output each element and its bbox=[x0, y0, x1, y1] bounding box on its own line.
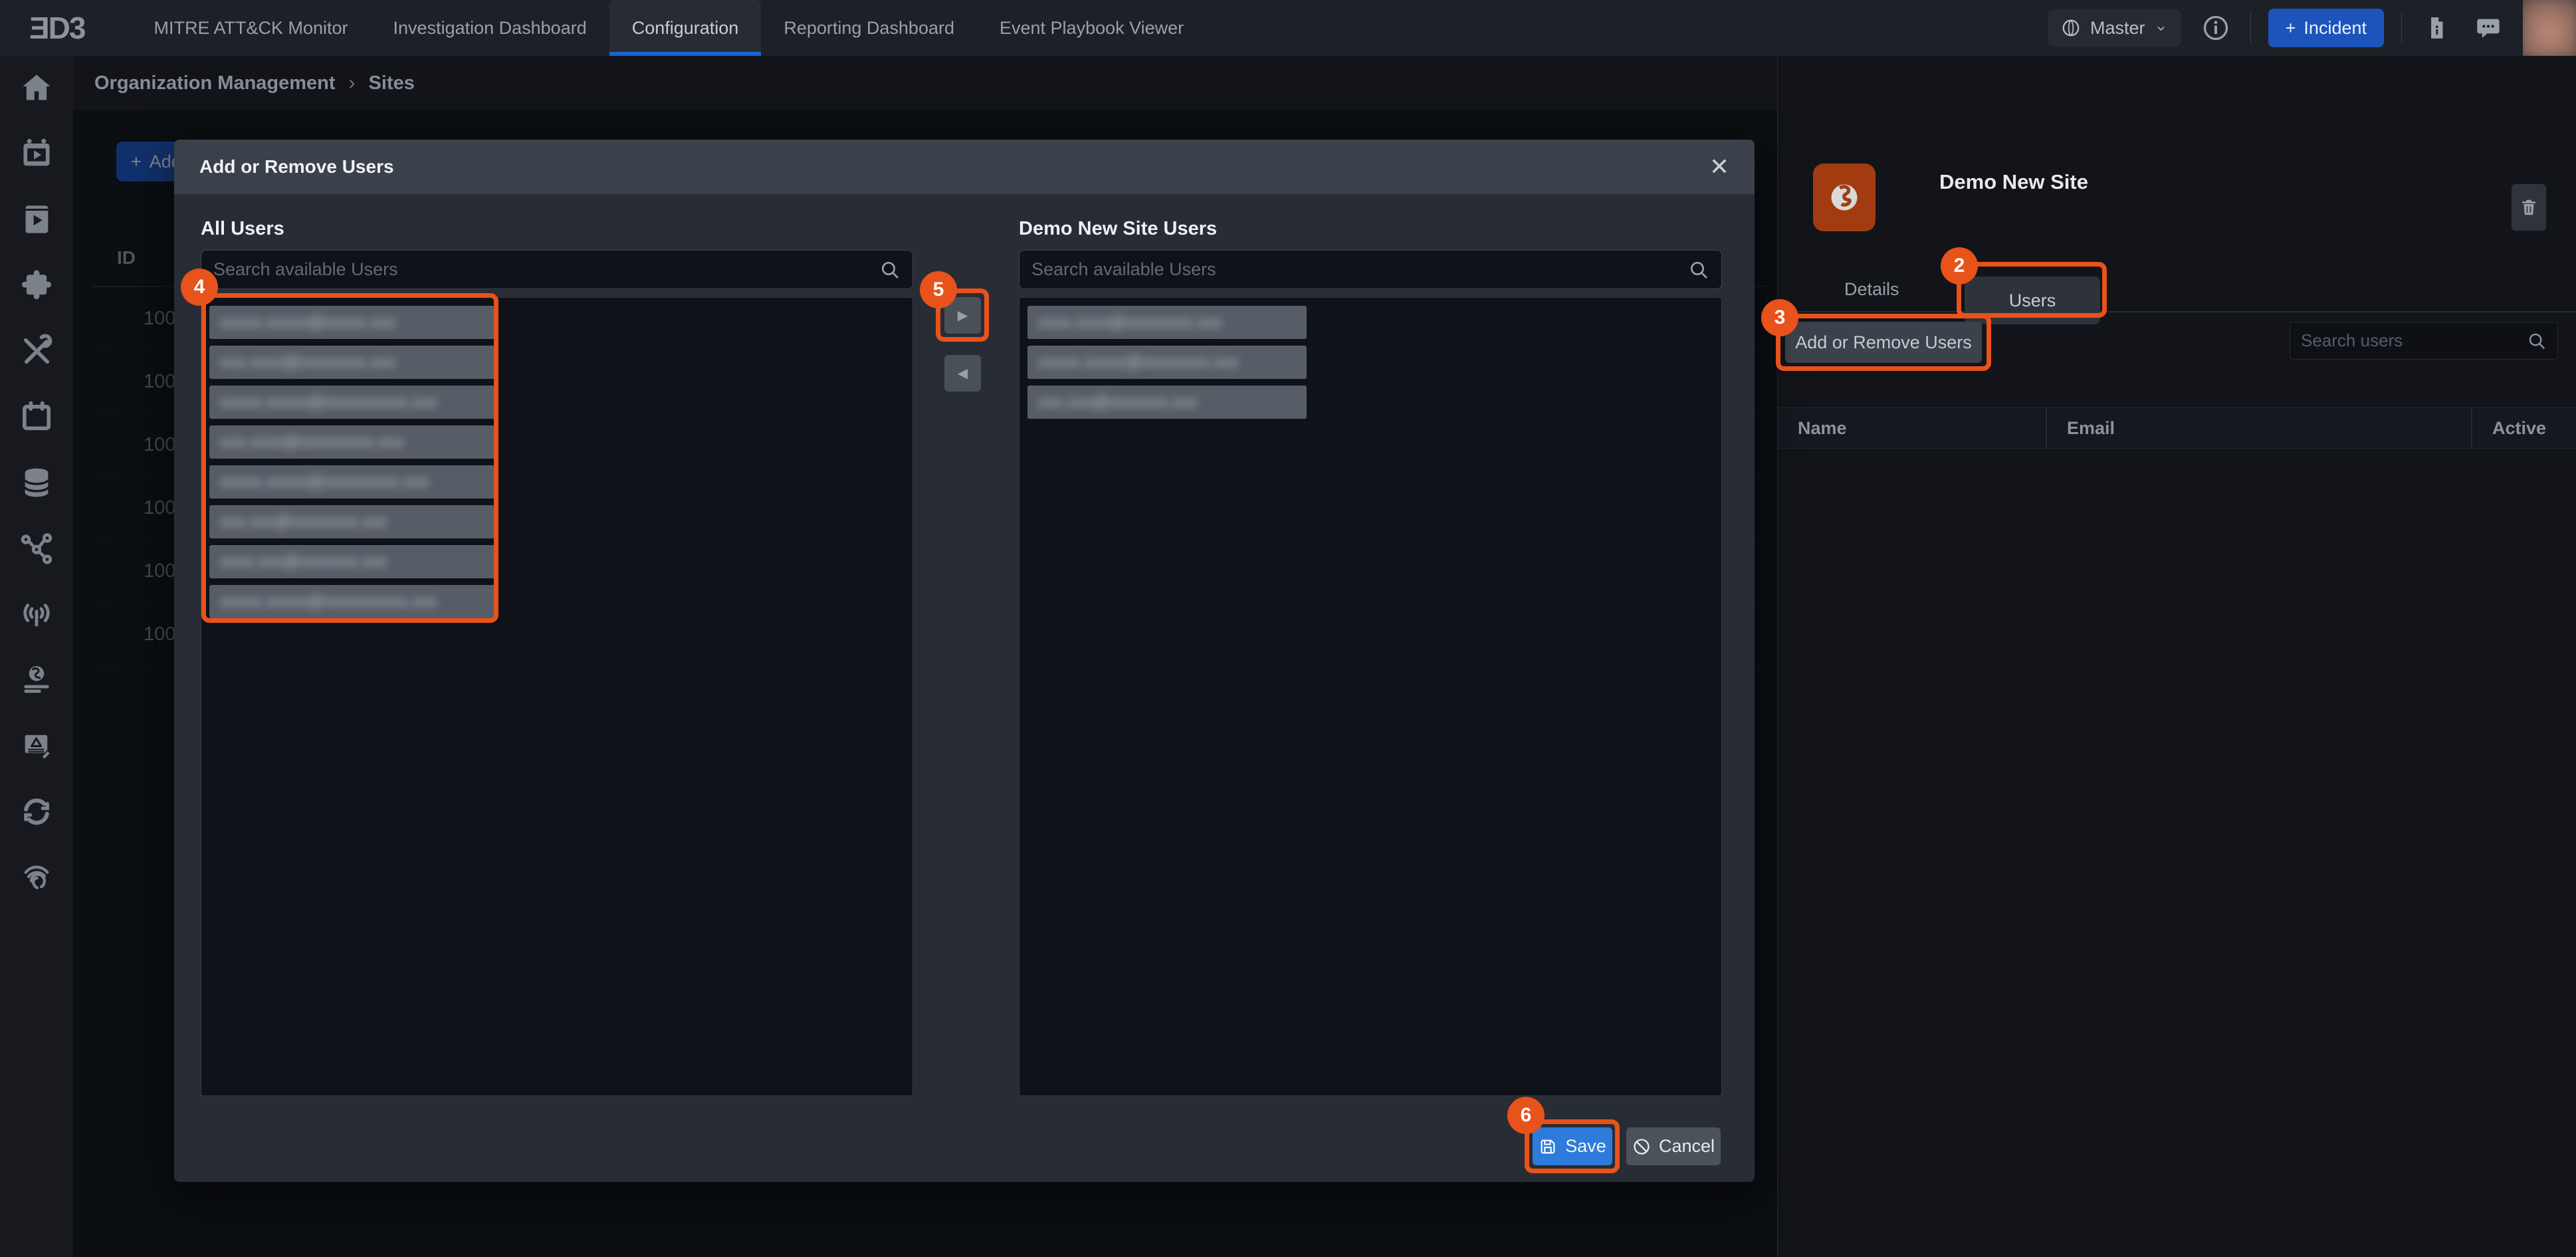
search-users-input[interactable] bbox=[2301, 330, 2527, 351]
user-chip[interactable]: xxxx.xxx@xxxxxxx.xxx bbox=[209, 545, 495, 578]
all-users-label: All Users bbox=[201, 218, 284, 240]
add-or-remove-users-button[interactable]: Add or Remove Users bbox=[1785, 322, 1982, 363]
topbar-right: Master ⌄ + Incident bbox=[2048, 0, 2576, 56]
app-root: Organization Management › Sites + Add ID… bbox=[0, 0, 2576, 1257]
panel-search bbox=[2290, 322, 2558, 360]
search-icon bbox=[1688, 259, 1709, 281]
identity-fingerprint-icon[interactable] bbox=[19, 860, 54, 895]
home-icon[interactable] bbox=[19, 70, 54, 105]
events-calendar-icon[interactable] bbox=[19, 400, 54, 434]
d3-logo[interactable]: ƎD3 bbox=[29, 10, 84, 46]
info-icon[interactable] bbox=[2199, 11, 2233, 45]
move-right-button[interactable]: ▶ bbox=[944, 297, 981, 334]
user-chip[interactable]: xxx.xxx@xxxxxxx.xxx bbox=[1027, 386, 1307, 419]
trash-icon bbox=[2519, 197, 2539, 217]
topbar-nav: MITRE ATT&CK Monitor Investigation Dashb… bbox=[131, 0, 1206, 56]
breadcrumb-current: Sites bbox=[369, 72, 415, 94]
users-table-header: Name Email Active bbox=[1778, 407, 2576, 449]
nav-mitre-attack-monitor[interactable]: MITRE ATT&CK Monitor bbox=[131, 0, 370, 56]
site-users-search bbox=[1019, 250, 1722, 289]
nav-reporting-dashboard[interactable]: Reporting Dashboard bbox=[761, 0, 977, 56]
nav-event-playbook-viewer[interactable]: Event Playbook Viewer bbox=[977, 0, 1206, 56]
breadcrumb-parent[interactable]: Organization Management bbox=[94, 72, 336, 94]
modal-title: Add or Remove Users bbox=[199, 156, 394, 177]
user-chip[interactable]: xxxx.xxxx@xxxxxxxx.xxx bbox=[1027, 306, 1307, 339]
divider bbox=[2401, 13, 2402, 43]
user-chip[interactable]: xxx.xxxx@xxxxxxxx.xxx bbox=[209, 346, 495, 379]
calendar-play-icon[interactable] bbox=[19, 136, 54, 171]
all-users-search bbox=[201, 250, 913, 289]
site-details-panel: Demo New Site Details Users Add or Remov… bbox=[1777, 56, 2576, 1257]
add-or-remove-users-modal: Add or Remove Users ✕ All Users xxxxx.xx… bbox=[174, 140, 1755, 1182]
sidebar bbox=[0, 56, 73, 1257]
user-chip[interactable]: xxxxx.xxxxx@xxxxxxxxxx.xxx bbox=[209, 585, 495, 618]
avatar-image-blurred bbox=[2523, 0, 2576, 56]
topbar: ƎD3 MITRE ATT&CK Monitor Investigation D… bbox=[0, 0, 2576, 56]
user-chip[interactable]: xxxxx.xxxxx@xxxxxxxxx.xxx bbox=[209, 465, 495, 499]
utilities-tools-icon[interactable] bbox=[19, 334, 54, 368]
document-icon[interactable] bbox=[2419, 11, 2454, 45]
globe-icon bbox=[2061, 18, 2081, 38]
move-left-button[interactable]: ◀ bbox=[944, 355, 981, 392]
site-users-list: xxxx.xxxx@xxxxxxxx.xxx xxxxx.xxxxx@xxxxx… bbox=[1019, 297, 1722, 1096]
search-available-users-input[interactable] bbox=[213, 259, 879, 280]
user-chip[interactable]: xxxxx.xxxxx@xxxxx.xxx bbox=[209, 306, 495, 339]
sites-globe-icon[interactable] bbox=[19, 663, 54, 697]
delete-site-button[interactable] bbox=[2512, 184, 2546, 231]
column-header-email[interactable]: Email bbox=[2046, 408, 2471, 448]
site-name: Demo New Site bbox=[1939, 170, 2088, 194]
tab-details[interactable]: Details bbox=[1844, 279, 1899, 300]
save-button[interactable]: Save bbox=[1533, 1127, 1612, 1165]
all-users-list: xxxxx.xxxxx@xxxxx.xxx xxx.xxxx@xxxxxxxx.… bbox=[201, 297, 913, 1096]
sync-icon[interactable] bbox=[19, 794, 54, 829]
breadcrumb-separator: › bbox=[349, 72, 356, 94]
user-avatar[interactable] bbox=[2523, 0, 2576, 56]
plus-icon: + bbox=[2286, 18, 2296, 39]
search-available-users-input[interactable] bbox=[1031, 259, 1688, 280]
breadcrumb: Organization Management › Sites bbox=[73, 56, 1777, 110]
site-selector-label: Master bbox=[2090, 18, 2145, 39]
playbook-icon[interactable] bbox=[19, 202, 54, 237]
nav-investigation-dashboard[interactable]: Investigation Dashboard bbox=[371, 0, 609, 56]
column-header-active[interactable]: Active bbox=[2471, 408, 2576, 448]
search-icon bbox=[879, 259, 901, 281]
tab-users[interactable]: Users bbox=[1965, 277, 2100, 324]
column-header-name[interactable]: Name bbox=[1778, 418, 2046, 439]
link-analysis-icon[interactable] bbox=[19, 531, 54, 566]
user-chip[interactable]: xxx.xxxx@xxxxxxxxx.xxx bbox=[209, 425, 495, 459]
modal-header: Add or Remove Users ✕ bbox=[174, 140, 1755, 194]
save-icon bbox=[1539, 1137, 1557, 1156]
nav-configuration[interactable]: Configuration bbox=[609, 0, 762, 56]
integrations-puzzle-icon[interactable] bbox=[19, 268, 54, 302]
site-globe-icon bbox=[1813, 164, 1876, 231]
close-icon[interactable]: ✕ bbox=[1709, 155, 1729, 179]
data-store-icon[interactable] bbox=[19, 465, 54, 500]
broadcast-icon[interactable] bbox=[19, 597, 54, 631]
divider bbox=[2250, 13, 2251, 43]
user-chip[interactable]: xxxxx.xxxxx@xxxxxxxxxx.xxx bbox=[209, 386, 495, 419]
chat-icon[interactable] bbox=[2471, 11, 2506, 45]
chevron-down-icon: ⌄ bbox=[2155, 16, 2168, 35]
cancel-icon bbox=[1632, 1137, 1651, 1156]
user-chip[interactable]: xxxxx.xxxxx@xxxxxxxx.xxx bbox=[1027, 346, 1307, 379]
site-users-label: Demo New Site Users bbox=[1019, 218, 1217, 240]
user-chip[interactable]: xxx.xxx@xxxxxxxx.xxx bbox=[209, 505, 495, 538]
site-tabs: Details Users bbox=[1778, 266, 2576, 312]
new-incident-button[interactable]: + Incident bbox=[2268, 9, 2384, 47]
incident-report-icon[interactable] bbox=[19, 729, 54, 763]
cancel-button[interactable]: Cancel bbox=[1626, 1127, 1721, 1165]
search-icon bbox=[2527, 331, 2547, 351]
site-selector-dropdown[interactable]: Master ⌄ bbox=[2048, 9, 2181, 47]
